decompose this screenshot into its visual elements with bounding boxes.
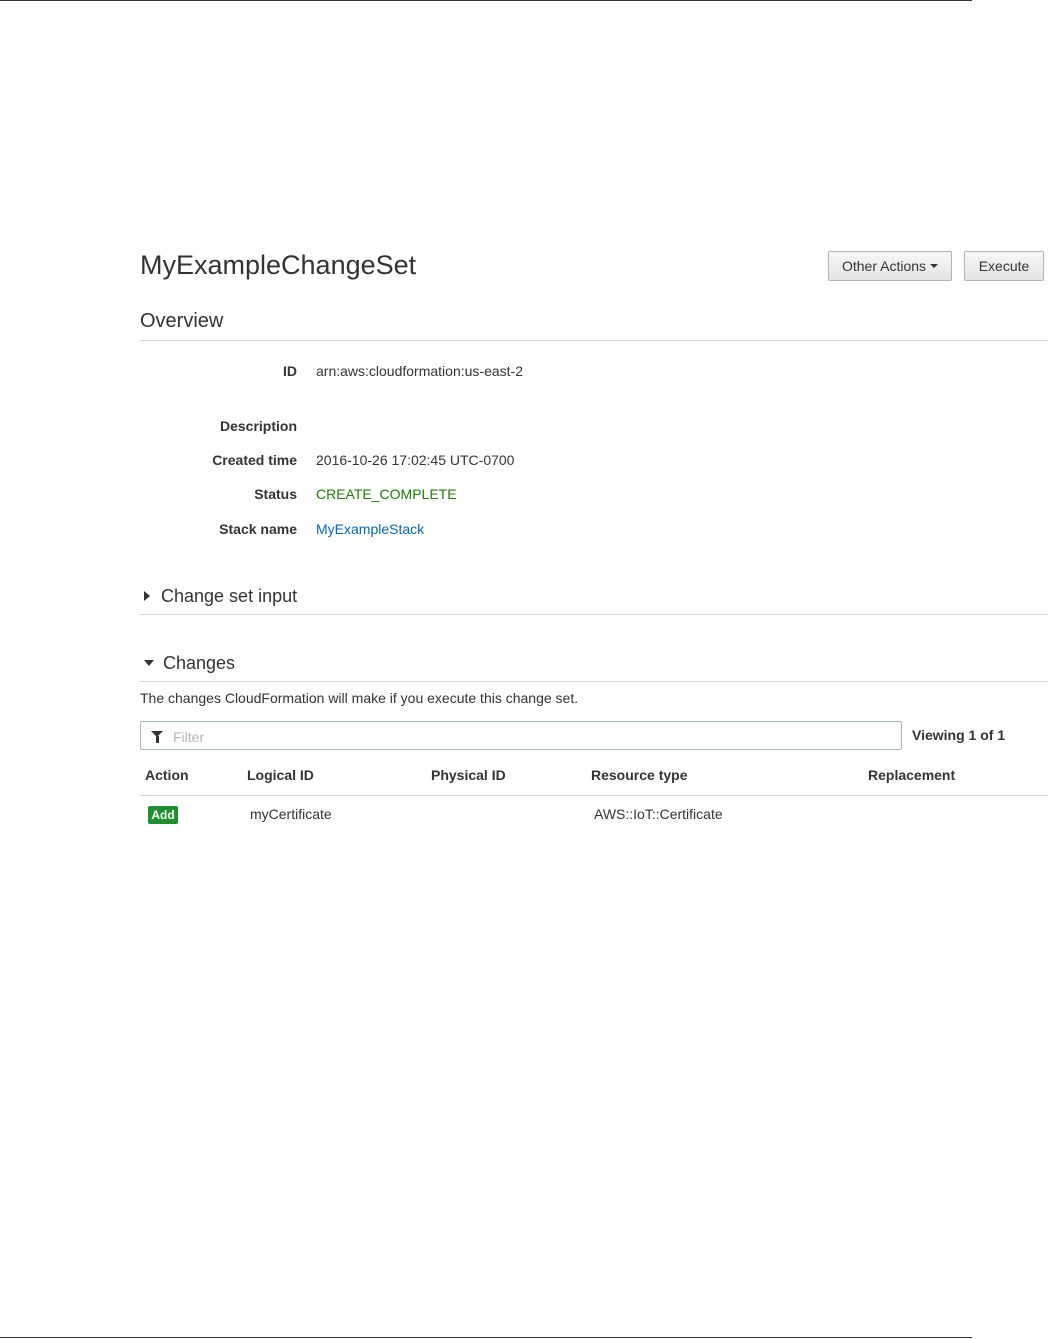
column-header-replacement: Replacement	[868, 767, 956, 783]
top-divider	[0, 0, 972, 1]
filter-icon	[151, 731, 163, 743]
column-header-resource-type: Resource type	[591, 767, 688, 783]
id-value: arn:aws:cloudformation:us-east-2	[316, 363, 531, 379]
status-value: CREATE_COMPLETE	[316, 486, 457, 502]
other-actions-label: Other Actions	[841, 258, 927, 274]
title-row: MyExampleChangeSet Other Actions Execute	[140, 248, 1048, 288]
description-label: Description	[219, 418, 297, 434]
other-actions-button[interactable]: Other Actions	[828, 251, 952, 281]
caret-down-icon	[930, 264, 939, 269]
overview-heading: Overview	[140, 310, 224, 332]
change-set-page: MyExampleChangeSet Other Actions Execute…	[140, 248, 1048, 824]
changes-divider	[140, 681, 1048, 682]
bottom-divider	[0, 1337, 972, 1338]
changes-description: The changes CloudFormation will make if …	[140, 690, 579, 706]
filter-input[interactable]	[171, 725, 895, 748]
column-header-action: Action	[145, 767, 189, 783]
changes-toggle[interactable]: Changes	[144, 653, 235, 674]
logical-id-cell: myCertificate	[250, 806, 332, 822]
filter-box[interactable]	[140, 721, 902, 750]
id-value-text: arn:aws:cloudformation:us-east-2	[316, 363, 523, 379]
changes-heading: Changes	[163, 653, 236, 673]
resource-type-cell: AWS::IoT::Certificate	[594, 806, 723, 822]
column-header-logical-id: Logical ID	[247, 767, 314, 783]
viewing-count: Viewing 1 of 1	[912, 727, 1006, 743]
change-set-input-toggle[interactable]: Change set input	[144, 586, 297, 607]
triangle-right-icon	[144, 590, 150, 601]
overview-divider	[140, 340, 1048, 341]
change-set-input-heading: Change set input	[161, 586, 298, 606]
stack-name-link[interactable]: MyExampleStack	[316, 521, 424, 537]
created-time-value: 2016-10-26 17:02:45 UTC-0700	[316, 452, 515, 468]
page-title: MyExampleChangeSet	[140, 250, 417, 280]
table-header-divider	[140, 795, 1048, 796]
created-time-label: Created time	[212, 452, 297, 468]
triangle-down-icon	[144, 659, 154, 666]
id-label: ID	[283, 363, 297, 379]
execute-button[interactable]: Execute	[964, 251, 1044, 281]
column-header-physical-id: Physical ID	[431, 767, 506, 783]
stack-name-label: Stack name	[219, 521, 297, 537]
status-label: Status	[254, 486, 297, 502]
action-add-badge: Add	[148, 806, 178, 824]
change-set-input-divider	[140, 614, 1048, 615]
